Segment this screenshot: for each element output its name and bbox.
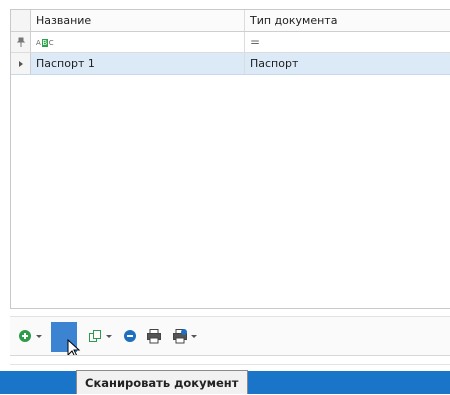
abc-filter-icon: ABC	[36, 38, 54, 47]
grid-header-row: Название Тип документа	[11, 10, 450, 32]
pin-icon	[16, 37, 26, 47]
remove-circle-icon[interactable]	[123, 328, 137, 344]
column-header-name[interactable]: Название	[31, 10, 245, 31]
filter-cell-doc-type[interactable]: =	[245, 32, 450, 52]
copy-icon[interactable]	[88, 328, 102, 344]
add-dropdown-arrow[interactable]	[36, 335, 42, 338]
row-indicator	[11, 53, 31, 74]
documents-grid: Название Тип документа ABC = Паспорт 1 П…	[10, 9, 450, 309]
row-pointer-icon	[19, 61, 23, 67]
header-indicator-cell	[11, 10, 31, 31]
cell-name[interactable]: Паспорт 1	[31, 53, 245, 74]
column-header-doc-type[interactable]: Тип документа	[245, 10, 450, 31]
filter-row: ABC =	[11, 32, 450, 53]
print-settings-icon[interactable]	[172, 328, 188, 344]
print-dropdown-arrow[interactable]	[191, 335, 197, 338]
table-row[interactable]: Паспорт 1 Паспорт	[11, 53, 450, 75]
copy-dropdown-arrow[interactable]	[106, 335, 112, 338]
cell-doc-type[interactable]: Паспорт	[245, 53, 450, 74]
grid-toolbar	[10, 316, 450, 356]
tooltip: Сканировать документ	[76, 370, 248, 394]
add-circle-icon[interactable]	[18, 328, 32, 344]
equals-filter-icon: =	[250, 35, 261, 49]
grid-footer	[10, 358, 450, 365]
filter-row-indicator	[11, 32, 31, 52]
print-icon[interactable]	[146, 328, 162, 344]
filter-cell-name[interactable]: ABC	[31, 32, 245, 52]
mouse-cursor-icon	[67, 339, 81, 355]
